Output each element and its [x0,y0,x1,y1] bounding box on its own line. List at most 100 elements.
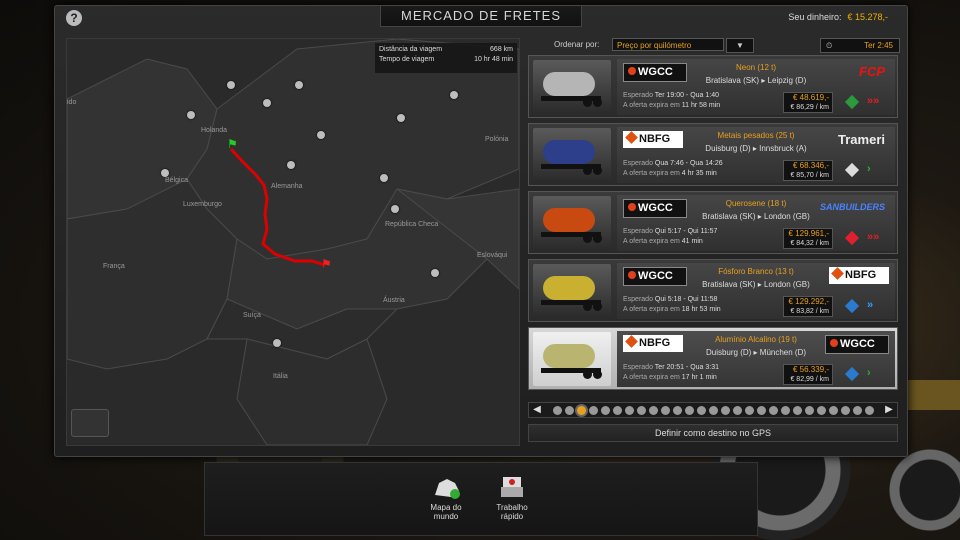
page-dot[interactable] [816,405,826,415]
prev-page-button[interactable]: ◀ [529,403,545,417]
money-value: € 15.278,- [847,12,888,22]
expire-value: 41 min [681,238,703,245]
offer-row[interactable]: WGCC NBFG Fósforo Branco (13 t) Bratisla… [528,259,898,322]
origin: Bratislava (SK) [705,76,760,85]
sched-value: Ter 20:51 - Qua 3:31 [654,364,720,371]
page-dot[interactable] [864,405,874,415]
page-dot[interactable] [696,405,706,415]
page-dot[interactable] [600,405,610,415]
page-dot[interactable] [720,405,730,415]
page-dot[interactable] [732,405,742,415]
cargo-name: Fósforo Branco (13 t) [718,267,794,276]
priority-arrows-icon: › [867,163,871,175]
page-dot[interactable] [612,405,622,415]
country-label: República Checa [385,221,439,228]
europe-map-icon [429,473,463,501]
country-label: Alemanha [271,183,303,190]
offer-row[interactable]: NBFG Trameri Metais pesados (25 t) Duisb… [528,123,898,186]
page-dot[interactable] [624,405,634,415]
page-dot[interactable] [588,405,598,415]
schedule: Esperado Qui 5:17 - Qui 11:57 [623,228,717,235]
cargo-name: Querosene (18 t) [725,199,787,208]
price-box: € 48.619,- € 86,29 / km [783,92,833,113]
page-dot[interactable] [576,405,586,415]
tank [543,140,595,164]
price-box: € 129.292,- € 83,82 / km [783,296,833,317]
quick-job-icon [495,473,529,501]
city-dot [287,161,295,169]
sched-label: Esperado [623,296,653,303]
priority-arrows-icon: » [867,299,874,311]
sort-select[interactable]: Preço por quilómetro [612,38,724,51]
expire-label: A oferta expira em [623,374,680,381]
page-dot[interactable] [780,405,790,415]
country-label: Itália [273,373,288,380]
price-per-km: € 82,99 / km [790,376,829,383]
city-dot [391,205,399,213]
end-flag-icon: ⚑ [321,257,332,271]
route-text: Duisburg (D) ▸ München (D) [705,348,807,357]
origin: Duisburg (D) [705,144,751,153]
page-dot[interactable] [648,405,658,415]
page-dot[interactable] [708,405,718,415]
sched-value: Qua 7:46 - Qua 14:26 [654,160,723,167]
city-dot [380,174,388,182]
set-gps-destination-button[interactable]: Definir como destino no GPS [528,424,898,442]
expire-value: 18 hr 53 min [681,306,721,313]
quick-job-label-2: rápido [500,512,524,521]
destination: Innsbruck (A) [759,144,807,153]
page-dot[interactable] [684,405,694,415]
help-icon[interactable]: ? [66,10,82,26]
page-dot[interactable] [672,405,682,415]
page-dot[interactable] [744,405,754,415]
urgency-icon [844,298,860,314]
page-dot[interactable] [804,405,814,415]
world-map-label-1: Mapa do [430,503,462,512]
expire-label: A oferta expira em [623,238,680,245]
country-label: Suíça [243,312,261,319]
price: € 68.346,- [792,161,829,170]
sched-label: Esperado [623,160,653,167]
sched-value: Ter 19:00 - Qua 1:40 [654,92,720,99]
page-dot[interactable] [552,405,562,415]
schedule: Esperado Qui 5:18 - Qui 11:58 [623,296,717,303]
quick-job-label-1: Trabalho [496,503,528,512]
world-map-button[interactable]: Mapa do mundo [421,473,471,521]
offer-row-selected[interactable]: NBFG WGCC Alumínio Alcalino (19 t) Duisb… [528,327,898,390]
offer-info: NBFG WGCC Alumínio Alcalino (19 t) Duisb… [617,331,895,387]
page-dot[interactable] [792,405,802,415]
urgency-icon [844,230,860,246]
city-dot [431,269,439,277]
page-dot[interactable] [756,405,766,415]
distance-label: Distância da viagem [379,46,443,53]
quick-job-button[interactable]: Trabalho rápido [487,473,537,521]
destination: London (GB) [764,280,810,289]
route-text: Bratislava (SK) ▸ London (GB) [702,212,810,221]
map-navigation-control[interactable] [71,409,109,437]
offer-info: WGCC NBFG Fósforo Branco (13 t) Bratisla… [617,263,895,319]
trailer-image [533,196,611,250]
city-dot [273,339,281,347]
page-dot[interactable] [828,405,838,415]
page-dot[interactable] [840,405,850,415]
page-dots [545,405,881,415]
offer-row[interactable]: WGCC FCP Neon (12 t) Bratislava (SK) ▸ L… [528,55,898,118]
urgency-icon [844,162,860,178]
price: € 48.619,- [792,93,829,102]
schedule: Esperado Ter 20:51 - Qua 3:31 [623,364,719,371]
trailer-image [533,60,611,114]
page-dot[interactable] [852,405,862,415]
route-map[interactable]: Distância da viagem 668 km Tempo de viage… [66,38,520,446]
cargo-name: Alumínio Alcalino (19 t) [715,335,797,344]
trailer-image [533,332,611,386]
page-dot[interactable] [564,405,574,415]
page-dot[interactable] [660,405,670,415]
page-dot[interactable] [636,405,646,415]
expire-value: 4 hr 35 min [681,170,717,177]
chevron-down-icon[interactable]: ▼ [726,38,754,53]
offer-row[interactable]: WGCC SANBUILDERS Querosene (18 t) Bratis… [528,191,898,254]
next-page-button[interactable]: ▶ [881,403,897,417]
page-title: MERCADO DE FRETES [380,6,582,27]
sched-value: Qui 5:17 - Qui 11:57 [654,228,718,235]
page-dot[interactable] [768,405,778,415]
